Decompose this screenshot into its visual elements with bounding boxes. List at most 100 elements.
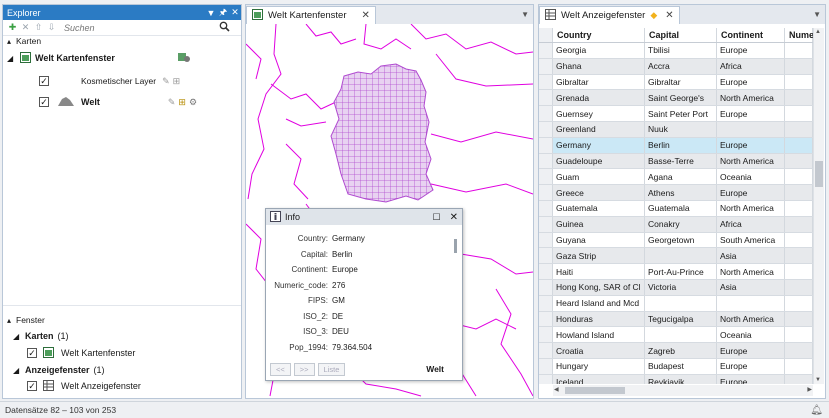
table-row[interactable]: Heard Island and Mcd — [539, 295, 813, 312]
pin-icon[interactable]: 🖈 — [217, 5, 229, 21]
table-cell[interactable] — [717, 122, 785, 137]
table-cell[interactable] — [785, 327, 813, 343]
scroll-right-icon[interactable]: ▶ — [807, 386, 812, 393]
table-row[interactable]: Greece Athens Europe — [539, 185, 813, 201]
next-record-button[interactable]: >> — [293, 362, 315, 376]
table-cell[interactable] — [785, 185, 813, 200]
row-header[interactable] — [539, 90, 553, 106]
table-cell[interactable] — [785, 169, 813, 185]
table-cell[interactable] — [785, 295, 813, 311]
table-cell[interactable]: Heard Island and Mcd — [553, 295, 645, 311]
table-cell[interactable] — [785, 201, 813, 216]
table-cell[interactable]: Georgia — [553, 43, 645, 58]
table-cell[interactable]: Budapest — [645, 359, 717, 374]
info-scrollbar[interactable] — [454, 239, 457, 253]
table-cell[interactable]: Honduras — [553, 311, 645, 327]
table-row[interactable]: Guam Agana Oceania — [539, 169, 813, 186]
selectable-icon[interactable]: ⊞ — [173, 76, 181, 87]
table-cell[interactable]: Europe — [717, 106, 785, 121]
row-header[interactable] — [539, 280, 553, 295]
table-cell[interactable]: North America — [717, 201, 785, 216]
table-cell[interactable]: Howland Island — [553, 327, 645, 343]
table-cell[interactable]: Guam — [553, 169, 645, 185]
add-icon[interactable]: ✚ — [6, 22, 19, 33]
row-header[interactable] — [539, 106, 553, 121]
expand-arrow-icon[interactable]: ◢ — [7, 54, 16, 63]
table-cell[interactable] — [645, 327, 717, 343]
close-icon[interactable]: ✕ — [450, 212, 458, 223]
table-cell[interactable] — [717, 295, 785, 311]
search-icon[interactable] — [219, 21, 230, 35]
row-header[interactable] — [539, 185, 553, 200]
table-cell[interactable]: Oceania — [717, 327, 785, 343]
tab-browser-window[interactable]: Welt Anzeigefenster ◆ ✕ — [539, 6, 680, 24]
table-row[interactable]: Iceland Reykjavik Europe — [539, 374, 813, 384]
table-cell[interactable]: Reykjavik — [645, 374, 717, 384]
table-row[interactable]: Grenada Saint George's North America — [539, 90, 813, 107]
row-header[interactable] — [539, 137, 553, 153]
table-cell[interactable] — [785, 90, 813, 106]
table-cell[interactable] — [645, 295, 717, 311]
table-cell[interactable] — [785, 280, 813, 295]
table-cell[interactable]: North America — [717, 311, 785, 327]
row-header[interactable] — [539, 311, 553, 327]
table-cell[interactable] — [785, 58, 813, 74]
table-row[interactable]: Hong Kong, SAR of Cl Victoria Asia — [539, 280, 813, 296]
row-header[interactable] — [539, 374, 553, 384]
collapse-icon[interactable]: ▴ — [7, 37, 16, 46]
table-cell[interactable]: Gibraltar — [553, 74, 645, 90]
table-cell[interactable]: Conakry — [645, 216, 717, 232]
table-cell[interactable]: Oceania — [717, 169, 785, 185]
table-row[interactable]: Guatemala Guatemala North America — [539, 201, 813, 217]
table-cell[interactable] — [785, 311, 813, 327]
prev-record-button[interactable]: << — [270, 362, 291, 376]
table-cell[interactable]: Germany — [553, 137, 645, 153]
expand-arrow-icon[interactable]: ◢ — [13, 366, 22, 375]
close-icon[interactable]: ✕ — [362, 10, 370, 21]
chevron-down-icon[interactable]: ▼ — [813, 10, 821, 19]
collapse-icon[interactable]: ▴ — [7, 316, 16, 325]
table-cell[interactable]: Europe — [717, 343, 785, 358]
table-cell[interactable] — [785, 43, 813, 58]
table-cell[interactable]: Haiti — [553, 264, 645, 279]
close-icon[interactable]: ✕ — [665, 10, 673, 21]
group-anzeigefenster[interactable]: ◢ Anzeigefenster (1) — [13, 363, 105, 377]
close-icon[interactable]: ✕ — [229, 7, 241, 18]
edit-icon[interactable]: ✎ — [168, 97, 176, 108]
table-row[interactable]: Ghana Accra Africa — [539, 58, 813, 75]
window-checkbox[interactable]: ✓ — [27, 381, 37, 391]
table-cell[interactable]: Agana — [645, 169, 717, 185]
scroll-left-icon[interactable]: ◀ — [554, 386, 559, 393]
scroll-thumb[interactable] — [815, 161, 823, 187]
horizontal-scrollbar[interactable]: ◀ ▶ — [553, 385, 813, 396]
table-cell[interactable]: Europe — [717, 359, 785, 374]
row-header[interactable] — [539, 359, 553, 374]
expand-arrow-icon[interactable]: ◢ — [13, 332, 22, 341]
row-header[interactable] — [539, 232, 553, 248]
table-row[interactable]: Greenland Nuuk — [539, 122, 813, 138]
layer-row-kosmetisch[interactable]: ✓ Kosmetischer Layer ✎ ⊞ — [39, 74, 180, 88]
table-row[interactable]: Guadeloupe Basse-Terre North America — [539, 153, 813, 170]
table-cell[interactable] — [785, 343, 813, 358]
scroll-up-icon[interactable]: ▲ — [815, 29, 821, 35]
table-cell[interactable]: North America — [717, 264, 785, 279]
table-cell[interactable]: Ghana — [553, 58, 645, 74]
table-cell[interactable]: Hong Kong, SAR of Cl — [553, 280, 645, 295]
group-karten[interactable]: ◢ Karten (1) — [13, 329, 69, 343]
table-cell[interactable]: Africa — [717, 216, 785, 232]
table-row[interactable]: Germany Berlin Europe — [539, 137, 813, 154]
column-header[interactable]: Continent — [717, 28, 785, 42]
row-header[interactable] — [539, 201, 553, 216]
table-cell[interactable] — [785, 153, 813, 169]
table-cell[interactable]: Tegucigalpa — [645, 311, 717, 327]
scroll-thumb[interactable] — [565, 387, 625, 394]
selectable-icon[interactable]: ⊞ — [178, 97, 186, 108]
table-row[interactable]: Guinea Conakry Africa — [539, 216, 813, 233]
table-cell[interactable]: North America — [717, 153, 785, 169]
maximize-icon[interactable]: ☐ — [433, 212, 441, 223]
label-icon[interactable]: ⚙ — [189, 97, 197, 108]
table-cell[interactable] — [785, 359, 813, 374]
table-cell[interactable]: Basse-Terre — [645, 153, 717, 169]
table-row[interactable]: Guyana Georgetown South America — [539, 232, 813, 249]
dropdown-icon[interactable]: ▼ — [205, 8, 217, 18]
